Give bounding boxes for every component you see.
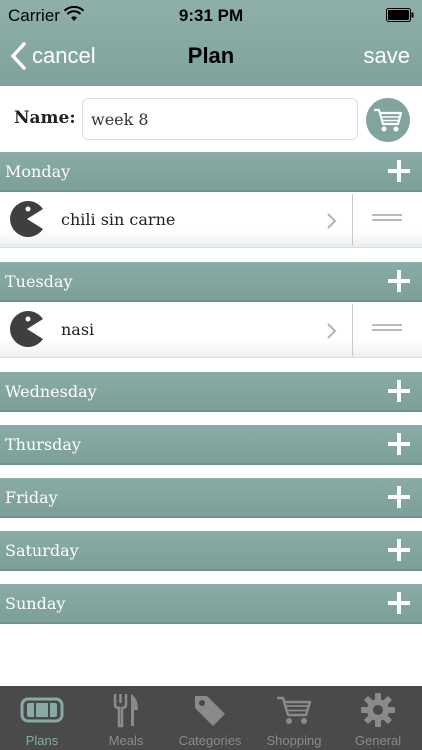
plans-icon bbox=[20, 697, 64, 723]
meal-row[interactable]: nasi bbox=[0, 302, 422, 358]
add-meal-button[interactable] bbox=[388, 433, 410, 455]
tag-icon bbox=[195, 696, 225, 726]
tab-meals[interactable]: Meals bbox=[84, 686, 168, 750]
day-header-sunday: Sunday bbox=[0, 584, 422, 624]
chevron-right-icon[interactable] bbox=[326, 322, 338, 340]
row-divider bbox=[352, 304, 353, 356]
tab-categories[interactable]: Categories bbox=[168, 686, 252, 750]
day-header-wednesday: Wednesday bbox=[0, 372, 422, 412]
day-label: Saturday bbox=[5, 541, 79, 560]
status-bar: Carrier 9:31 PM bbox=[0, 0, 422, 30]
tab-shopping[interactable]: Shopping bbox=[252, 686, 336, 750]
row-divider bbox=[352, 194, 353, 246]
day-label: Monday bbox=[5, 162, 71, 181]
day-header-thursday: Thursday bbox=[0, 425, 422, 465]
tab-label: General bbox=[354, 733, 402, 748]
add-meal-button[interactable] bbox=[388, 160, 410, 182]
day-label: Sunday bbox=[5, 594, 66, 613]
tab-bar: Plans Meals Categories Shopping General bbox=[0, 686, 422, 750]
cancel-button[interactable]: cancel bbox=[10, 40, 96, 72]
tab-label: Plans bbox=[25, 733, 59, 748]
chevron-left-icon bbox=[10, 42, 26, 70]
meal-name: nasi bbox=[61, 320, 95, 339]
meal-name: chili sin carne bbox=[61, 210, 176, 229]
day-header-tuesday: Tuesday bbox=[0, 262, 422, 302]
day-label: Tuesday bbox=[5, 272, 73, 291]
day-header-saturday: Saturday bbox=[0, 531, 422, 571]
reorder-handle-icon[interactable] bbox=[372, 324, 402, 336]
add-meal-button[interactable] bbox=[388, 486, 410, 508]
tab-label: Categories bbox=[178, 733, 242, 748]
add-meal-button[interactable] bbox=[388, 539, 410, 561]
meal-row[interactable]: chili sin carne bbox=[0, 192, 422, 248]
shopping-cart-button[interactable] bbox=[366, 98, 410, 142]
day-header-friday: Friday bbox=[0, 478, 422, 518]
add-meal-button[interactable] bbox=[388, 592, 410, 614]
status-time: 9:31 PM bbox=[178, 6, 244, 25]
day-label: Wednesday bbox=[5, 382, 97, 401]
plan-name-row: Name: bbox=[0, 86, 422, 152]
day-header-monday: Monday bbox=[0, 152, 422, 192]
battery-icon bbox=[386, 8, 414, 27]
day-label: Thursday bbox=[5, 435, 81, 454]
fork-knife-icon bbox=[113, 694, 138, 728]
cancel-label: cancel bbox=[32, 43, 96, 68]
add-meal-button[interactable] bbox=[388, 270, 410, 292]
navigation-bar: Carrier 9:31 PM cancel Plan save bbox=[0, 0, 422, 86]
cart-icon bbox=[374, 108, 403, 132]
reorder-handle-icon[interactable] bbox=[372, 214, 402, 226]
tab-plans[interactable]: Plans bbox=[0, 686, 84, 750]
save-button[interactable]: save bbox=[364, 43, 410, 69]
add-meal-button[interactable] bbox=[388, 380, 410, 402]
chevron-right-icon[interactable] bbox=[326, 212, 338, 230]
day-label: Friday bbox=[5, 488, 58, 507]
tab-general[interactable]: General bbox=[336, 686, 420, 750]
tab-label: Meals bbox=[108, 733, 144, 748]
pacman-meal-icon bbox=[10, 201, 43, 237]
plan-name-input[interactable] bbox=[82, 98, 358, 140]
tab-label: Shopping bbox=[266, 733, 322, 748]
pacman-meal-icon bbox=[10, 311, 43, 347]
name-label: Name: bbox=[14, 108, 76, 128]
cart-icon bbox=[277, 696, 312, 724]
gear-icon bbox=[361, 693, 395, 727]
